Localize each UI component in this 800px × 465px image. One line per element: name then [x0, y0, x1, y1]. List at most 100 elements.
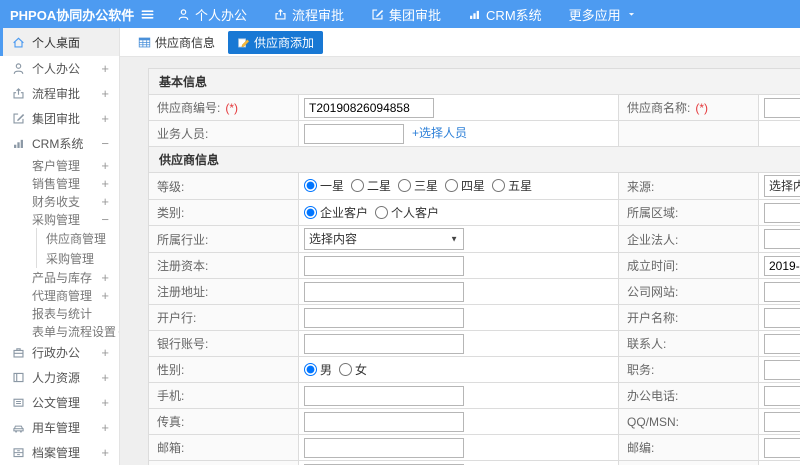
office-phone-input[interactable] [764, 385, 800, 406]
sidebar-item[interactable]: 个人办公 + [0, 56, 119, 81]
sidebar-item[interactable]: 行政办公 + [0, 340, 119, 365]
region-input[interactable] [764, 202, 800, 223]
business-staff-input[interactable] [304, 123, 404, 144]
radio-button[interactable] [304, 205, 317, 219]
expand-toggle-icon[interactable]: + [99, 270, 109, 285]
field-label-cell: 业务人员: [148, 120, 299, 147]
sidebar-item[interactable]: 财务收支 + [0, 192, 119, 210]
expand-toggle-icon[interactable]: + [99, 158, 109, 173]
sidebar-item[interactable]: 人力资源 + [0, 365, 119, 390]
level-radio[interactable]: 三星 [398, 177, 438, 194]
expand-toggle-icon[interactable]: + [99, 61, 109, 76]
radio-button[interactable] [351, 179, 365, 192]
position-input[interactable] [764, 359, 800, 380]
company-website-input[interactable] [764, 281, 800, 302]
mobile-input[interactable] [304, 385, 464, 406]
choose-person-link[interactable]: +选择人员 [412, 126, 467, 140]
radio-button[interactable] [398, 179, 412, 192]
expand-toggle-icon[interactable]: − [99, 136, 109, 151]
topnav-item[interactable]: 流程审批 [274, 5, 344, 24]
bank-branch-input[interactable] [304, 307, 464, 328]
hamburger-icon[interactable] [140, 7, 155, 22]
gender-radio[interactable]: 女 [339, 361, 367, 378]
expand-toggle-icon[interactable]: + [99, 111, 109, 126]
field-label: 类别: [157, 206, 185, 220]
registered-address-input[interactable] [304, 281, 464, 302]
registered-capital-input[interactable] [304, 255, 464, 276]
sidebar-item[interactable]: 表单与流程设置+ [0, 322, 119, 340]
tab-supplier-info[interactable]: 供应商信息 [133, 31, 220, 54]
sidebar-item[interactable]: 集团审批 + [0, 106, 119, 131]
source-select[interactable]: 选择内容 [764, 175, 800, 197]
expand-toggle-icon[interactable]: + [99, 176, 109, 191]
fax-input[interactable] [304, 411, 464, 432]
field-label: 联系人: [627, 337, 667, 351]
sidebar-item[interactable]: 采购管理 − [0, 210, 119, 228]
sidebar-item-label: 供应商管理 [46, 231, 107, 246]
supplier-code-input[interactable] [304, 97, 434, 118]
expand-toggle-icon[interactable]: + [99, 395, 109, 410]
edit-square-icon [12, 112, 25, 125]
radio-button[interactable] [445, 179, 459, 192]
contact-person-input[interactable] [764, 333, 800, 354]
expand-toggle-icon[interactable]: + [99, 288, 109, 303]
topnav-item[interactable]: 更多应用 [569, 5, 636, 24]
sidebar-item[interactable]: 供应商管理 [37, 228, 119, 248]
expand-toggle-icon[interactable]: + [99, 345, 109, 360]
expand-toggle-icon[interactable]: + [99, 194, 109, 209]
form-row: 手机: 办公电话: [148, 382, 800, 409]
industry-select[interactable]: 选择内容 [304, 228, 464, 250]
level-radio[interactable]: 五星 [492, 177, 532, 194]
qq-msn-input[interactable] [764, 411, 800, 432]
form-row: 注册资本: 成立时间: [148, 252, 800, 279]
sidebar-item[interactable]: 代理商管理 + [0, 286, 119, 304]
sidebar-item[interactable]: 报表与统计 [0, 304, 119, 322]
radio-button[interactable] [339, 362, 353, 376]
radio-button[interactable] [304, 362, 317, 376]
sidebar-item[interactable]: 销售管理 + [0, 174, 119, 192]
radio-button[interactable] [492, 179, 506, 192]
expand-toggle-icon[interactable]: + [99, 420, 109, 435]
sidebar-item[interactable]: 产品与库存 + [0, 268, 119, 286]
tab-supplier-add[interactable]: 供应商添加 [228, 30, 324, 54]
expand-toggle-icon[interactable]: + [99, 370, 109, 385]
sidebar-item[interactable]: 公文管理 + [0, 390, 119, 415]
sidebar-item[interactable]: 客户管理 + [0, 156, 119, 174]
expand-toggle-icon[interactable]: − [99, 212, 109, 227]
sidebar-item[interactable]: 个人桌面 [0, 28, 119, 56]
sidebar-item[interactable]: 采购管理 [37, 248, 119, 268]
category-radio[interactable]: 企业客户 [304, 204, 368, 221]
topnav-item[interactable]: 集团审批 [371, 5, 441, 24]
supplier-name-input[interactable] [764, 97, 800, 118]
level-radio[interactable]: 一星 [304, 177, 344, 194]
account-name-input[interactable] [764, 307, 800, 328]
gender-radio[interactable]: 男 [304, 361, 332, 378]
email-input[interactable] [304, 437, 464, 458]
sidebar-item-label: 采购管理 [32, 212, 81, 227]
sidebar-item[interactable]: 流程审批 + [0, 81, 119, 106]
sidebar-item[interactable]: 档案管理 + [0, 440, 119, 465]
level-radio[interactable]: 二星 [351, 177, 391, 194]
topnav-item[interactable]: CRM系统 [468, 5, 542, 24]
sidebar-item[interactable]: 用车管理 + [0, 415, 119, 440]
topnav-item[interactable]: 个人办公 [177, 5, 247, 24]
radio-button[interactable] [375, 205, 389, 219]
field-label-cell: 开户名称: [618, 304, 759, 331]
field-label-cell: 开户行: [148, 304, 299, 331]
bank-account-input[interactable] [304, 333, 464, 354]
legal-person-input[interactable] [764, 229, 800, 249]
established-date-input[interactable] [764, 255, 800, 276]
radio-button[interactable] [304, 179, 317, 192]
form-row: 供应商信息 [147, 146, 800, 173]
zipcode-input[interactable] [764, 437, 800, 458]
expand-toggle-icon[interactable]: + [99, 86, 109, 101]
field-label: 传真: [157, 415, 185, 429]
field-label-cell: 供应商编号: (*) [148, 94, 299, 121]
level-radio[interactable]: 四星 [445, 177, 485, 194]
sidebar-item-label: 公文管理 [32, 396, 81, 410]
category-radio[interactable]: 个人客户 [375, 204, 439, 221]
expand-toggle-icon[interactable]: + [99, 445, 109, 460]
field-value-cell: 男女 [298, 356, 619, 383]
sidebar-item[interactable]: CRM系统 − [0, 131, 119, 156]
form-row: 等级: 一星 二星 三星 四星 五星 来源: 选择内容▼ [148, 172, 800, 200]
